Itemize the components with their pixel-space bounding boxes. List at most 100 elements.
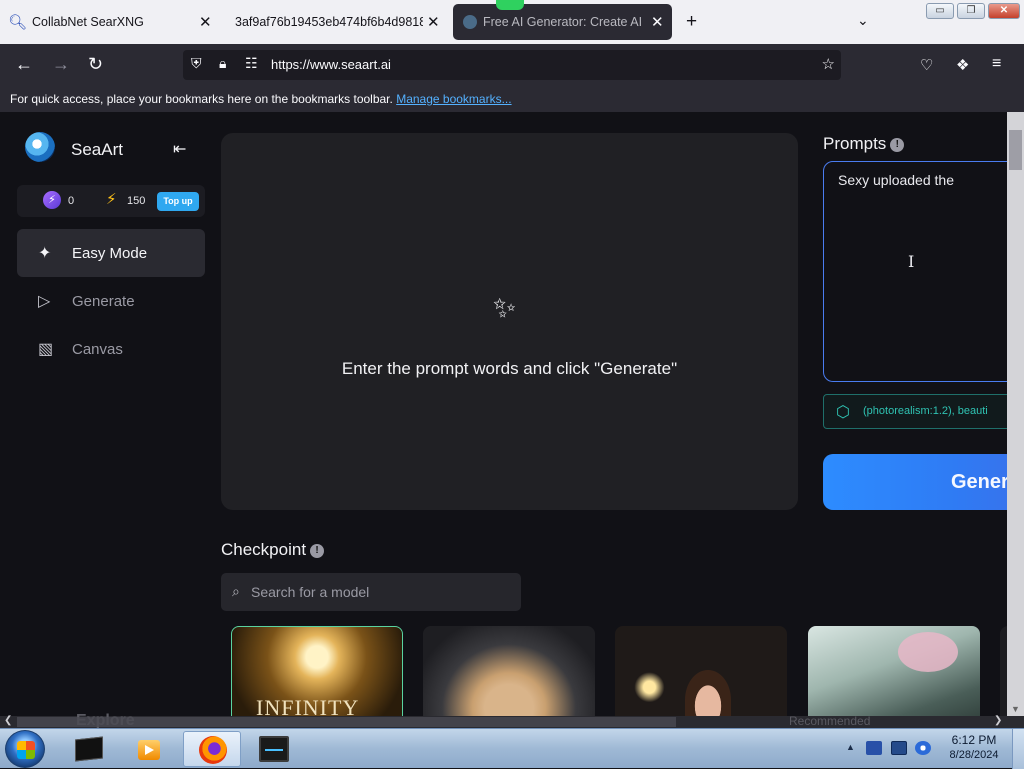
- model-card[interactable]: [423, 626, 595, 728]
- scroll-left-icon[interactable]: ❮: [4, 715, 12, 726]
- model-card[interactable]: [808, 626, 980, 728]
- prompt-suggestion[interactable]: ⬡ (photorealism:1.2), beauti: [823, 394, 1024, 429]
- model-card[interactable]: INFINITY: [231, 626, 403, 728]
- bookmarks-toolbar: For quick access, place your bookmarks h…: [0, 86, 1024, 112]
- tab-close-icon[interactable]: ✕: [199, 13, 212, 31]
- prompt-textarea[interactable]: Sexy uploaded the I: [823, 161, 1024, 382]
- new-tab-button[interactable]: +: [686, 11, 697, 33]
- url-text[interactable]: https://www.seaart.ai: [271, 57, 391, 72]
- command-prompt-icon: [75, 736, 103, 762]
- list-all-tabs-button[interactable]: ⌄: [857, 12, 869, 29]
- prompts-heading: Prompts!: [823, 134, 905, 154]
- reload-button[interactable]: ↻: [88, 54, 103, 75]
- help-icon[interactable]: !: [890, 138, 905, 152]
- scroll-right-icon[interactable]: ❯: [994, 715, 1002, 726]
- sidebar-item-easy-mode[interactable]: ✦ Easy Mode: [17, 229, 205, 277]
- url-bar[interactable]: ⛨ 🔒︎ ☷ https://www.seaart.ai ☆: [183, 50, 841, 80]
- model-thumbnail: [898, 632, 958, 672]
- lock-icon[interactable]: 🔒︎: [219, 55, 226, 72]
- forward-button[interactable]: →: [52, 54, 70, 75]
- tab-close-icon[interactable]: ✕: [427, 13, 440, 31]
- lightning-purple-icon: ⚡︎: [43, 191, 61, 209]
- bookmark-star-icon[interactable]: ☆: [822, 55, 835, 73]
- dice-icon[interactable]: ⬡: [836, 402, 850, 422]
- start-button[interactable]: [5, 730, 45, 768]
- suggestion-text[interactable]: (photorealism:1.2), beauti: [863, 405, 988, 417]
- search-icon: 🔍︎: [8, 14, 28, 31]
- preview-instruction: Enter the prompt words and click "Genera…: [341, 359, 678, 378]
- browser-navbar: ← → ↻ ⛨ 🔒︎ ☷ https://www.seaart.ai ☆ ♡ ❖…: [0, 44, 1024, 86]
- tab-label: 3af9af76b19453eb474bf6b4d98188f: [235, 15, 423, 29]
- sidebar-item-label: Generate: [72, 293, 135, 310]
- browser-tab-bar: 🔍︎ CollabNet SearXNG ✕ 3af9af76b19453eb4…: [0, 0, 1024, 44]
- sidebar-item-canvas[interactable]: ▧ Canvas: [17, 325, 205, 373]
- taskbar-media-player[interactable]: [120, 731, 178, 767]
- model-search[interactable]: ⌕: [221, 573, 521, 611]
- model-search-input[interactable]: [251, 581, 511, 603]
- tray-expand-icon[interactable]: ▲: [846, 742, 855, 752]
- windows-logo-icon: [17, 741, 35, 759]
- sidebar-item-label: Canvas: [72, 341, 123, 358]
- vertical-scrollbar[interactable]: ▼: [1007, 112, 1024, 716]
- scroll-down-icon[interactable]: ▼: [1011, 704, 1020, 714]
- model-card[interactable]: [615, 626, 787, 728]
- recording-indicator: [496, 0, 524, 10]
- clock-date: 8/28/2024: [949, 749, 999, 761]
- shield-icon[interactable]: ⛨: [191, 55, 202, 72]
- window-close-button[interactable]: ✕: [988, 3, 1020, 19]
- volume-icon[interactable]: [915, 741, 931, 755]
- pocket-icon[interactable]: ♡: [920, 56, 933, 74]
- menu-icon[interactable]: ≡: [992, 55, 1001, 73]
- extensions-icon[interactable]: ❖: [956, 56, 969, 74]
- permissions-icon[interactable]: ☷: [245, 55, 258, 72]
- terminal-icon: [259, 736, 289, 762]
- scrollbar-thumb[interactable]: [1009, 130, 1022, 170]
- tray-app-icon[interactable]: [866, 741, 882, 755]
- help-icon[interactable]: !: [310, 544, 325, 558]
- windows-taskbar: ▲ 6:12 PM 8/28/2024: [0, 728, 1024, 769]
- collapse-sidebar-icon[interactable]: ⇤: [173, 139, 186, 159]
- tab-close-icon[interactable]: ✕: [651, 13, 664, 31]
- bookmarks-message: For quick access, place your bookmarks h…: [10, 92, 393, 106]
- scrollbar-thumb[interactable]: [17, 717, 676, 727]
- tab-seaart-active[interactable]: Free AI Generator: Create AI ✕: [453, 0, 672, 40]
- window-minimize-button[interactable]: ▭: [926, 3, 954, 19]
- sparkles-icon: ✦: [38, 245, 52, 262]
- checkpoint-title: Checkpoint: [221, 540, 307, 559]
- sidebar: SeaArt ⇤ ⚡︎ 0 ⚡︎ 150 Top up ✦ Easy Mode …: [0, 112, 220, 728]
- lightning-yellow-icon: ⚡︎: [106, 191, 117, 208]
- manage-bookmarks-link[interactable]: Manage bookmarks...: [396, 92, 511, 106]
- tab-label: CollabNet SearXNG: [32, 15, 144, 29]
- text-cursor-icon: I: [908, 252, 915, 271]
- search-icon: ⌕: [232, 583, 240, 599]
- taskbar-command-prompt[interactable]: [60, 731, 118, 767]
- show-desktop-button[interactable]: [1012, 729, 1024, 769]
- brand-name[interactable]: SeaArt: [71, 140, 123, 160]
- canvas-icon: ▧: [38, 341, 54, 358]
- play-icon: ▷: [38, 293, 51, 310]
- sidebar-item-label: Easy Mode: [72, 245, 148, 262]
- back-button[interactable]: ←: [15, 54, 33, 75]
- network-icon[interactable]: [891, 741, 907, 755]
- taskbar-firefox[interactable]: [183, 731, 241, 767]
- seaart-logo-icon[interactable]: [25, 132, 55, 162]
- top-up-button[interactable]: Top up: [157, 192, 199, 211]
- tab-searxng[interactable]: 🔍︎ CollabNet SearXNG ✕: [0, 0, 222, 44]
- recommended-label[interactable]: Recommended: [789, 714, 870, 728]
- seaart-favicon-icon: [463, 15, 477, 29]
- checkpoint-heading: Checkpoint!: [221, 540, 325, 560]
- taskbar-terminal[interactable]: [245, 731, 303, 767]
- seaart-page: SeaArt ⇤ ⚡︎ 0 ⚡︎ 150 Top up ✦ Easy Mode …: [0, 112, 1024, 728]
- sidebar-item-generate[interactable]: ▷ Generate: [17, 277, 205, 325]
- system-clock[interactable]: 6:12 PM 8/28/2024: [944, 733, 1004, 763]
- clock-time: 6:12 PM: [951, 733, 997, 747]
- credit-value-purple: 0: [68, 195, 75, 207]
- prompt-value[interactable]: Sexy uploaded the: [838, 172, 954, 188]
- generate-button[interactable]: Gener: [823, 454, 1024, 510]
- tab-hash[interactable]: 3af9af76b19453eb474bf6b4d98188f ✕: [222, 0, 447, 44]
- generate-button-label: Gener: [951, 471, 1009, 493]
- window-maximize-button[interactable]: ❐: [957, 3, 985, 19]
- media-player-icon: [138, 740, 160, 760]
- horizontal-scrollbar[interactable]: ❮ Explore Recommended ❯: [0, 712, 1024, 728]
- credits-panel: ⚡︎ 0 ⚡︎ 150 Top up: [17, 185, 205, 217]
